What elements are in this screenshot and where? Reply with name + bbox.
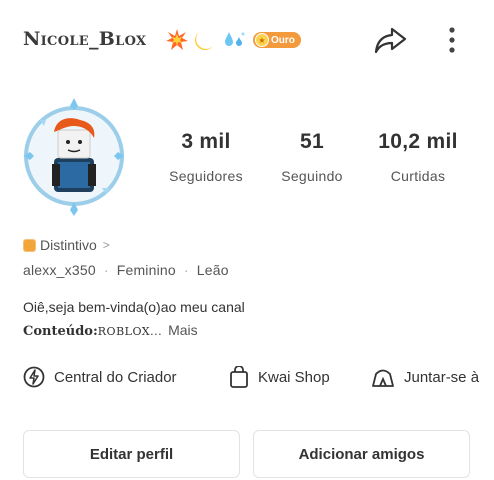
edit-profile-button[interactable]: Editar perfil	[23, 430, 240, 478]
username: Nicole_Blox	[23, 28, 147, 50]
user-sign: Leão	[196, 262, 229, 278]
stat-followers[interactable]: 3 mil Seguidores	[151, 130, 261, 184]
stat-following[interactable]: 51 Seguindo	[257, 130, 367, 184]
distintivo-link[interactable]: Distintivo >	[23, 237, 110, 253]
followers-count: 3 mil	[181, 130, 231, 153]
likes-label: Curtidas	[390, 168, 446, 184]
lightning-circle-icon	[23, 366, 45, 388]
bio-more-link[interactable]: Mais	[168, 322, 198, 338]
profile-meta: alexx_x350 · Feminino · Leão	[23, 262, 229, 278]
user-handle: alexx_x350	[23, 262, 96, 278]
username-decorations: ★ Ouro	[165, 27, 301, 53]
creator-center-label: Central do Criador	[54, 368, 177, 386]
content-value: ROBLOX...	[97, 325, 163, 338]
join-link[interactable]: Juntar-se à	[371, 366, 479, 388]
collision-emoji-icon	[166, 29, 188, 50]
user-gender: Feminino	[116, 262, 176, 278]
shopping-bag-icon	[230, 366, 248, 388]
distintivo-icon	[23, 238, 36, 252]
join-label: Juntar-se à	[404, 368, 480, 386]
ouro-badge[interactable]: ★ Ouro	[253, 32, 301, 48]
kwai-shop-link[interactable]: Kwai Shop	[229, 366, 330, 388]
following-count: 51	[300, 130, 324, 153]
distintivo-label: Distintivo	[40, 237, 97, 253]
kwai-shop-label: Kwai Shop	[258, 368, 330, 386]
bio-line-2: Conteúdo:ROBLOX... Mais	[23, 322, 198, 339]
following-label: Seguindo	[281, 168, 343, 184]
tent-icon	[372, 369, 394, 387]
profile-header: Nicole_Blox ★ Ouro	[0, 0, 494, 80]
more-options-icon[interactable]	[443, 24, 461, 56]
creator-center-link[interactable]: Central do Criador	[23, 366, 177, 388]
chevron-right-icon: >	[102, 238, 110, 252]
droplets-emoji-icon	[225, 32, 245, 46]
avatar[interactable]	[20, 98, 128, 216]
likes-count: 10,2 mil	[378, 130, 458, 153]
moon-emoji-icon	[195, 32, 213, 50]
share-icon[interactable]	[372, 24, 408, 56]
stat-likes[interactable]: 10,2 mil Curtidas	[363, 130, 473, 184]
separator: ·	[103, 262, 109, 278]
ouro-badge-label: Ouro	[271, 34, 295, 46]
content-label: Conteúdo:	[23, 324, 98, 339]
separator: ·	[183, 262, 189, 278]
bio-line-1: Oiê,seja bem-vinda(o)ao meu canal	[23, 299, 245, 315]
followers-label: Seguidores	[169, 168, 243, 184]
quick-links: Central do Criador Kwai Shop Juntar-se à	[0, 364, 494, 394]
add-friends-button[interactable]: Adicionar amigos	[253, 430, 470, 478]
coin-icon: ★	[255, 33, 269, 47]
